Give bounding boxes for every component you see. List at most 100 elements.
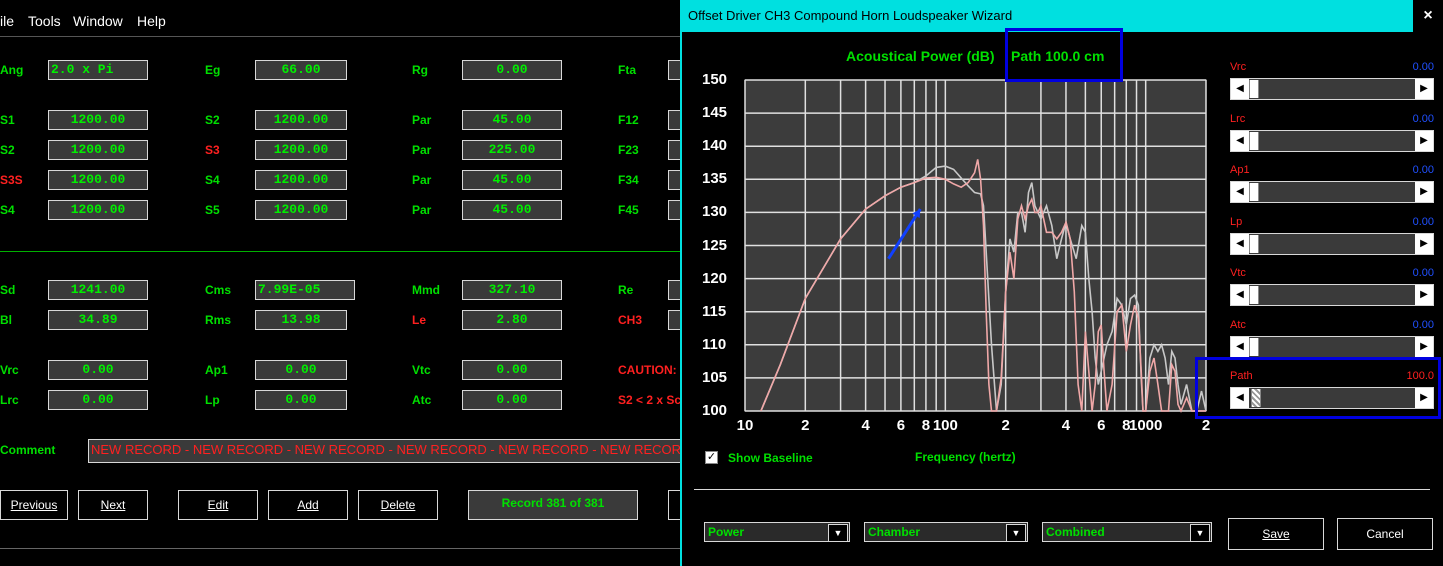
- arrow-left-icon[interactable]: ◀: [1231, 336, 1249, 357]
- chevron-down-icon[interactable]: ▼: [1006, 524, 1026, 542]
- field-par2[interactable]: 225.00: [462, 140, 562, 160]
- field-bl[interactable]: 34.89: [48, 310, 148, 330]
- label-ch3: CH3: [618, 313, 643, 327]
- previous-button[interactable]: Previous: [0, 490, 68, 520]
- cancel-button[interactable]: Cancel: [1337, 518, 1433, 550]
- menu-divider: [0, 36, 680, 37]
- slider-vrc[interactable]: ◀ ▶: [1230, 78, 1434, 100]
- x-tick-label: 4: [861, 417, 870, 434]
- field-lrc[interactable]: 0.00: [48, 390, 148, 410]
- combined-combo[interactable]: Combined ▼: [1042, 522, 1212, 542]
- label-ap1: Ap1: [205, 363, 228, 377]
- arrow-left-icon[interactable]: ◀: [1231, 182, 1249, 202]
- chart-subtitle: Path 100.0 cm: [1011, 48, 1105, 64]
- field-rg[interactable]: 0.00: [462, 60, 562, 80]
- arrow-right-icon[interactable]: ▶: [1415, 233, 1433, 254]
- slider-atc[interactable]: ◀ ▶: [1230, 335, 1434, 358]
- menu-file[interactable]: ile: [0, 13, 14, 29]
- label-cms: Cms: [205, 283, 232, 297]
- arrow-right-icon[interactable]: ▶: [1415, 336, 1433, 357]
- field-s3[interactable]: 1200.00: [255, 140, 347, 160]
- next-button[interactable]: Next: [78, 490, 148, 520]
- slider-thumb[interactable]: [1249, 234, 1259, 253]
- arrow-right-icon[interactable]: ▶: [1415, 79, 1433, 99]
- field-s1[interactable]: 1200.00: [48, 110, 148, 130]
- label-fta: Fta: [618, 63, 636, 77]
- y-tick-label: 150: [702, 71, 728, 88]
- field-par3[interactable]: 45.00: [462, 170, 562, 190]
- delete-button[interactable]: Delete: [358, 490, 438, 520]
- field-s4b[interactable]: 1200.00: [255, 170, 347, 190]
- label-bl: Bl: [0, 313, 12, 327]
- show-baseline-label[interactable]: Show Baseline: [728, 451, 813, 465]
- field-lp[interactable]: 0.00: [255, 390, 347, 410]
- add-button[interactable]: Add: [268, 490, 348, 520]
- y-tick-label: 120: [702, 269, 728, 287]
- field-s2b[interactable]: 1200.00: [255, 110, 347, 130]
- label-mmd: Mmd: [412, 283, 440, 297]
- field-le[interactable]: 2.80: [462, 310, 562, 330]
- show-baseline-checkbox[interactable]: ✓: [705, 451, 718, 464]
- menu-help[interactable]: Help: [137, 13, 166, 29]
- slider-value-atc: 0.00: [1412, 318, 1434, 331]
- field-vrc[interactable]: 0.00: [48, 360, 148, 380]
- field-cms[interactable]: 7.99E-05: [255, 280, 355, 300]
- slider-thumb[interactable]: [1249, 337, 1259, 356]
- arrow-right-icon[interactable]: ▶: [1415, 130, 1433, 151]
- label-vtc: Vtc: [412, 363, 431, 377]
- slider-lp[interactable]: ◀ ▶: [1230, 232, 1434, 255]
- field-vtc[interactable]: 0.00: [462, 360, 562, 380]
- chamber-combo[interactable]: Chamber ▼: [864, 522, 1028, 542]
- slider-lrc[interactable]: ◀ ▶: [1230, 129, 1434, 152]
- y-tick-label: 100: [702, 402, 728, 419]
- label-f23: F23: [618, 143, 639, 157]
- field-eg[interactable]: 66.00: [255, 60, 347, 80]
- label-par4: Par: [412, 203, 432, 217]
- field-par4[interactable]: 45.00: [462, 200, 562, 220]
- field-s4[interactable]: 1200.00: [48, 200, 148, 220]
- save-button[interactable]: Save: [1228, 518, 1324, 550]
- slider-vtc[interactable]: ◀ ▶: [1230, 284, 1434, 306]
- edit-button[interactable]: Edit: [178, 490, 258, 520]
- x-tick-label: 2: [1001, 417, 1010, 434]
- x-tick-label: 10: [736, 417, 754, 434]
- comment-field[interactable]: NEW RECORD - NEW RECORD - NEW RECORD - N…: [88, 439, 680, 463]
- menu-tools[interactable]: Tools: [28, 13, 61, 29]
- field-mmd[interactable]: 327.10: [462, 280, 562, 300]
- slider-value-vrc: 0.00: [1412, 61, 1434, 73]
- arrow-right-icon[interactable]: ▶: [1415, 285, 1433, 305]
- field-s5[interactable]: 1200.00: [255, 200, 347, 220]
- slider-label-atc: Atc: [1230, 318, 1246, 331]
- slider-thumb[interactable]: [1249, 131, 1259, 150]
- frequency-label: Frequency (hertz): [915, 450, 1016, 464]
- label-par3: Par: [412, 173, 432, 187]
- field-rms[interactable]: 13.98: [255, 310, 347, 330]
- field-s2[interactable]: 1200.00: [48, 140, 148, 160]
- field-ap1[interactable]: 0.00: [255, 360, 347, 380]
- menu-window[interactable]: Window: [73, 13, 123, 29]
- caution-label: CAUTION:: [618, 363, 677, 377]
- field-ang[interactable]: 2.0 x Pi: [48, 60, 148, 80]
- field-sd[interactable]: 1241.00: [48, 280, 148, 300]
- slider-value-lp: 0.00: [1412, 215, 1434, 228]
- slider-thumb[interactable]: [1249, 286, 1259, 304]
- chevron-down-icon[interactable]: ▼: [828, 524, 848, 542]
- arrow-left-icon[interactable]: ◀: [1231, 130, 1249, 151]
- slider-thumb[interactable]: [1249, 80, 1259, 98]
- field-par1[interactable]: 45.00: [462, 110, 562, 130]
- power-combo[interactable]: Power ▼: [704, 522, 850, 542]
- bottom-divider: [0, 548, 680, 549]
- arrow-left-icon[interactable]: ◀: [1231, 79, 1249, 99]
- field-s3s[interactable]: 1200.00: [48, 170, 148, 190]
- chevron-down-icon[interactable]: ▼: [1190, 524, 1210, 542]
- arrow-right-icon[interactable]: ▶: [1415, 182, 1433, 202]
- arrow-left-icon[interactable]: ◀: [1231, 285, 1249, 305]
- slider-ap1[interactable]: ◀ ▶: [1230, 181, 1434, 203]
- slider-thumb[interactable]: [1249, 183, 1259, 201]
- label-s5: S5: [205, 203, 220, 217]
- label-f34: F34: [618, 173, 639, 187]
- close-icon[interactable]: ×: [1413, 0, 1443, 32]
- arrow-left-icon[interactable]: ◀: [1231, 233, 1249, 254]
- field-atc[interactable]: 0.00: [462, 390, 562, 410]
- label-atc: Atc: [412, 393, 432, 407]
